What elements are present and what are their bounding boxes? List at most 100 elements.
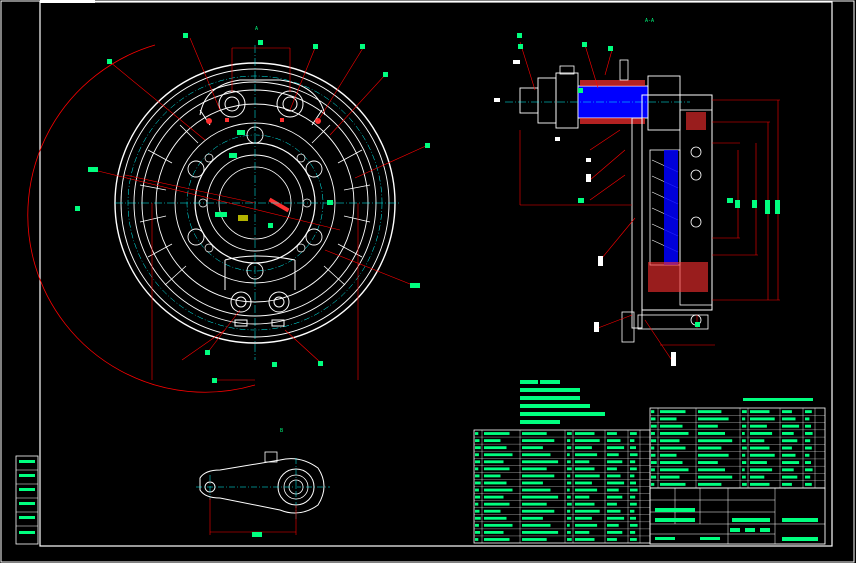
table-cell-text — [698, 453, 729, 457]
table-cell-text — [607, 495, 623, 499]
table-cell-text — [651, 424, 657, 428]
table-cell-text — [484, 446, 507, 450]
table-cell-text — [782, 439, 798, 443]
table-cell-text — [805, 424, 811, 428]
table-cell-text — [750, 439, 765, 443]
table-cell-text — [575, 495, 590, 499]
table-cell-text — [660, 446, 686, 450]
table-cell-text — [522, 523, 551, 527]
table-cell-text — [567, 481, 572, 485]
table-cell-text — [484, 467, 510, 471]
table-cell-text — [805, 468, 813, 472]
table-cell-text — [522, 460, 559, 464]
table-cell-text — [567, 509, 571, 513]
table-cell-text — [630, 516, 636, 520]
table-cell-text — [607, 509, 621, 513]
table-cell-text — [630, 481, 636, 485]
table-cell-text — [567, 502, 572, 506]
table-cell-text — [630, 460, 636, 464]
table-cell-text — [484, 481, 507, 485]
table-cell-text — [484, 495, 504, 499]
table-cell-text — [782, 446, 792, 450]
table-cell-text — [522, 432, 547, 435]
table-cell-text — [484, 439, 501, 443]
table-cell-text — [742, 417, 746, 421]
table-cell-text — [607, 432, 617, 435]
table-cell-text — [607, 502, 617, 506]
table-cell-text — [782, 468, 794, 472]
table-cell-text — [575, 432, 595, 435]
table-cell-text — [630, 495, 636, 499]
view-label-side: A-A — [645, 18, 654, 24]
table-cell-text — [805, 453, 810, 457]
table-cell-text — [522, 474, 555, 478]
table-cell-text — [750, 410, 770, 414]
table-cell-text — [475, 474, 480, 478]
table-cell-text — [575, 474, 600, 478]
table-cell-text — [567, 488, 570, 492]
table-cell-text — [630, 509, 635, 513]
table-cell-text — [742, 410, 747, 414]
table-cell-text — [475, 488, 479, 492]
table-cell-text — [782, 453, 796, 457]
view-label-top: A — [255, 26, 258, 32]
table-cell-text — [742, 453, 746, 457]
table-cell-text — [484, 474, 501, 478]
table-cell-text — [484, 530, 504, 534]
table-cell-text — [630, 502, 637, 506]
table-cell-text — [607, 538, 617, 541]
table-cell-text — [567, 460, 571, 464]
table-cell-text — [742, 461, 747, 464]
table-cell-text — [575, 509, 600, 513]
table-cell-text — [475, 467, 479, 471]
table-cell-text — [805, 482, 812, 486]
table-cell-text — [522, 530, 559, 534]
table-cell-text — [567, 453, 570, 457]
table-cell-text — [522, 509, 555, 513]
table-cell-text — [567, 446, 572, 450]
table-cell-text — [567, 495, 571, 499]
table-cell-text — [575, 502, 595, 506]
table-cell-text — [575, 439, 600, 443]
table-cell-text — [698, 432, 725, 435]
table-cell-text — [750, 417, 775, 421]
title-block — [649, 487, 826, 545]
table-cell-text — [742, 482, 747, 486]
table-cell-text — [630, 453, 638, 457]
table-cell-text — [567, 432, 572, 435]
table-cell-text — [660, 475, 680, 479]
table-cell-text — [750, 468, 773, 472]
table-cell-text — [475, 453, 479, 457]
table-cell-text — [698, 417, 729, 421]
table-cell-text — [782, 482, 792, 486]
table-cell-text — [750, 446, 770, 450]
table-cell-text — [630, 523, 638, 527]
table-cell-text — [575, 453, 598, 457]
table-cell-text — [567, 439, 571, 443]
table-cell-text — [630, 488, 638, 492]
table-cell-text — [742, 446, 747, 450]
table-cell-text — [522, 446, 543, 450]
table-cell-text — [484, 432, 510, 435]
table-cell-text — [522, 516, 543, 520]
view-label-lever: B — [280, 428, 283, 434]
table-cell-text — [782, 424, 800, 428]
table-cell-text — [805, 461, 811, 464]
table-cell-text — [575, 446, 592, 450]
table-cell-text — [651, 453, 656, 457]
parts-list-right — [649, 398, 826, 489]
table-cell-text — [484, 502, 510, 506]
table-cell-text — [782, 432, 794, 435]
table-cell-text — [660, 432, 689, 435]
table-cell-text — [660, 410, 686, 414]
table-cell-text — [750, 482, 770, 486]
table-cell-text — [475, 495, 481, 499]
table-cell-text — [660, 468, 689, 472]
table-cell-text — [660, 417, 677, 421]
table-cell-text — [484, 516, 507, 520]
table-cell-text — [484, 523, 513, 527]
table-cell-text — [475, 432, 479, 435]
table-cell-text — [805, 417, 810, 421]
table-cell-text — [575, 523, 598, 527]
table-cell-text — [522, 467, 547, 471]
